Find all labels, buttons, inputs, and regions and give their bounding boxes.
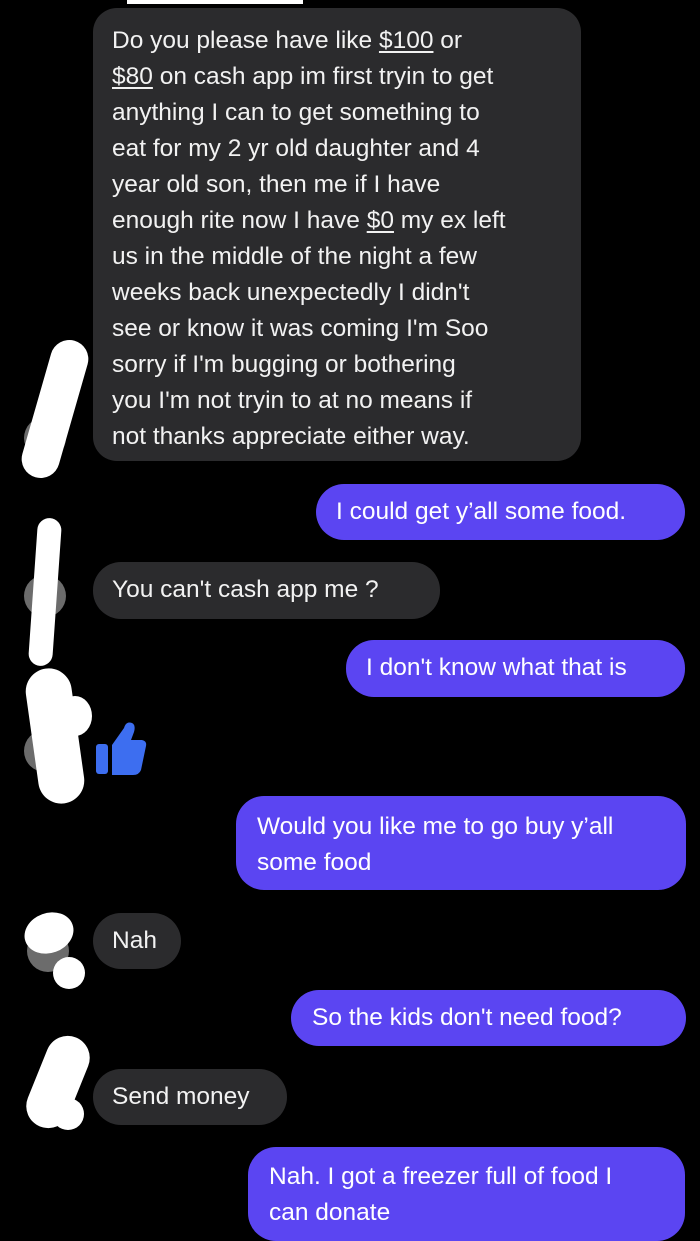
message-line: I could get y’all some food.	[336, 498, 627, 525]
message-line: $80 on cash app im first tryin to get	[112, 63, 494, 90]
message-line: enough rite now I have $0 my ex left	[112, 207, 506, 234]
message-line: year old son, then me if I have	[112, 171, 441, 198]
message-line: eat for my 2 yr old daughter and 4	[112, 135, 480, 162]
message-line: Do you please have like $100 or	[112, 27, 463, 54]
redaction-mark	[17, 335, 93, 483]
message-line: weeks back unexpectedly I didn't	[112, 279, 470, 306]
received-message-bubble[interactable]: Do you please have like $100 or $80 on c…	[93, 8, 581, 461]
redaction-mark	[58, 696, 92, 736]
message-line: You can't cash app me ?	[112, 576, 379, 603]
message-line: I don't know what that is	[366, 654, 627, 681]
redaction-mark	[52, 1098, 84, 1130]
sent-message-bubble[interactable]: Nah. I got a freezer full of food I can …	[248, 1147, 685, 1241]
message-line: Send money	[112, 1083, 250, 1110]
redaction-mark	[53, 957, 85, 989]
message-line: you I'm not tryin to at no means if	[112, 387, 473, 414]
received-message-bubble[interactable]: Send money	[93, 1069, 287, 1125]
message-line: So the kids don't need food?	[312, 1004, 622, 1031]
message-line: can donate	[269, 1199, 391, 1226]
message-line: see or know it was coming I'm Soo	[112, 315, 489, 342]
sent-message-bubble[interactable]: I don't know what that is	[346, 640, 685, 697]
received-message-bubble[interactable]: Nah	[93, 913, 181, 969]
message-line: not thanks appreciate either way.	[112, 423, 470, 450]
redaction-mark	[22, 665, 88, 807]
received-message-bubble[interactable]: You can't cash app me ?	[93, 562, 440, 619]
top-edge-strip	[127, 0, 303, 4]
message-line: anything I can to get something to	[112, 99, 480, 126]
sent-message-bubble[interactable]: Would you like me to go buy y’all some f…	[236, 796, 686, 890]
message-line: Nah	[112, 927, 157, 954]
redaction-mark	[27, 517, 63, 667]
message-line: us in the middle of the night a few	[112, 243, 477, 270]
thumbs-up-icon[interactable]	[94, 718, 148, 776]
sent-message-bubble[interactable]: So the kids don't need food?	[291, 990, 686, 1046]
message-line: Would you like me to go buy y’all	[257, 813, 614, 840]
message-line: some food	[257, 849, 372, 876]
message-line: Nah. I got a freezer full of food I	[269, 1163, 613, 1190]
sent-message-bubble[interactable]: I could get y’all some food.	[316, 484, 685, 540]
message-line: sorry if I'm bugging or bothering	[112, 351, 456, 378]
